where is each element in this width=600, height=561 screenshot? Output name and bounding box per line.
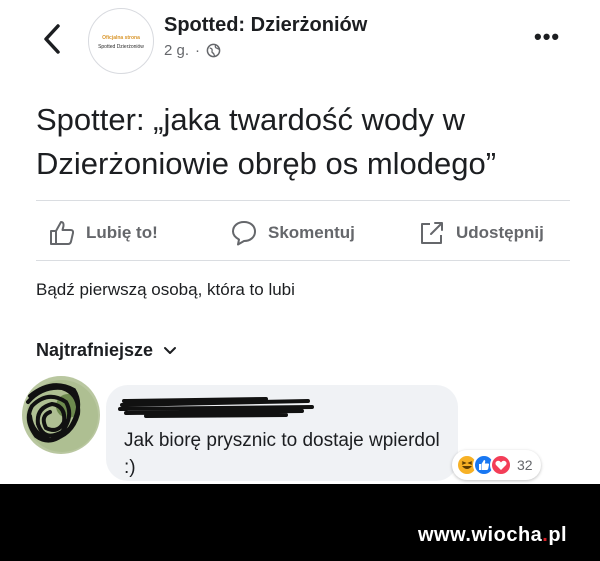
like-button[interactable]: Lubię to!	[48, 208, 158, 258]
share-button[interactable]: Udostępnij	[418, 208, 544, 258]
post-text: Spotter: „jaka twardość wody w Dzierżoni…	[36, 102, 497, 181]
post-time[interactable]: 2 g.	[164, 42, 189, 59]
share-icon	[421, 222, 443, 244]
reaction-count: 32	[517, 457, 533, 473]
more-options-icon[interactable]: •••	[534, 26, 560, 48]
thumbs-up-icon	[50, 221, 75, 245]
divider-bottom	[36, 260, 570, 261]
meta-separator: ·	[195, 42, 201, 59]
watermark-part1: www.wiocha	[418, 524, 543, 546]
back-arrow-icon[interactable]	[40, 22, 64, 56]
commenter-avatar[interactable]	[22, 376, 100, 454]
facebook-post-screen: Oficjalna strona Spotted Dzierżoniów Spo…	[0, 0, 600, 484]
page-name-link[interactable]: Spotted: Dzierżoniów	[164, 14, 367, 37]
comment-text: Jak biorę prysznic to dostaje wpierdol :…	[124, 430, 440, 478]
site-watermark: www.wiocha.pl	[418, 524, 567, 547]
comment-sort-dropdown[interactable]: Najtrafniejsze	[36, 340, 177, 361]
redacted-name-scribble	[118, 397, 314, 418]
comment-bubble: Jak biorę prysznic to dostaje wpierdol :…	[106, 385, 458, 481]
sort-label: Najtrafniejsze	[36, 340, 154, 360]
comment-button[interactable]: Skomentuj	[230, 208, 355, 258]
share-label: Udostępnij	[456, 223, 544, 242]
page-avatar[interactable]: Oficjalna strona Spotted Dzierżoniów	[88, 8, 154, 74]
post-header: Oficjalna strona Spotted Dzierżoniów Spo…	[0, 0, 600, 80]
like-label: Lubię to!	[86, 223, 158, 242]
avatar-line1: Oficjalna strona	[102, 35, 140, 41]
likes-summary: Bądź pierwszą osobą, która to lubi	[36, 280, 295, 299]
scribbled-avatar-image	[26, 380, 98, 452]
post-actions-bar: Lubię to! Skomentuj Udostępnij	[0, 208, 600, 258]
post-meta: 2 g. ·	[164, 42, 221, 59]
watermark-part2: pl	[548, 524, 568, 546]
comment-label: Skomentuj	[268, 223, 355, 242]
divider-top	[36, 200, 570, 201]
globe-icon	[206, 43, 221, 58]
love-icon	[490, 454, 512, 476]
avatar-line2: Spotted Dzierżoniów	[98, 44, 144, 50]
chevron-down-icon	[164, 346, 177, 354]
comment-reactions[interactable]: 32	[452, 450, 541, 480]
comment-bubble-icon	[232, 221, 256, 246]
